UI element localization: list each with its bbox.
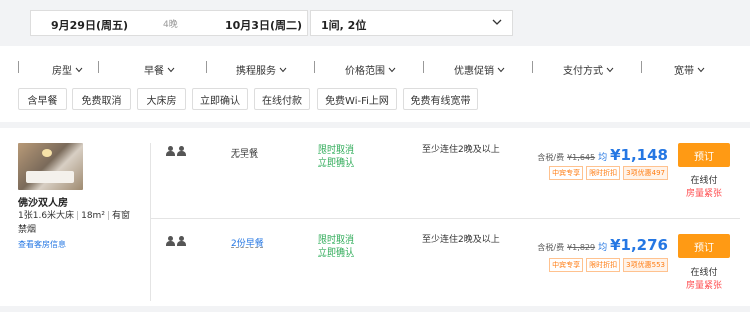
price-value: ¥1,276 <box>610 236 668 254</box>
rate-policy: 限时取消 立即确认 <box>318 144 354 170</box>
chip-free-wired-broadband[interactable]: 免费有线宽带 <box>403 88 478 110</box>
date-picker[interactable]: 9月29日(周五) 4晚 10月3日(周二) <box>30 10 308 36</box>
chip-free-cancellation[interactable]: 免费取消 <box>72 88 131 110</box>
filter-divider <box>641 61 642 73</box>
chevron-down-icon <box>697 67 705 72</box>
book-button[interactable]: 预订 <box>678 143 730 167</box>
price-value: ¥1,148 <box>610 146 668 164</box>
filter-label: 优惠促销 <box>454 66 494 77</box>
chip-instant-confirm[interactable]: 立即确认 <box>192 88 248 110</box>
cancel-policy[interactable]: 限时取消 <box>318 234 354 247</box>
chevron-down-icon <box>279 67 287 72</box>
chevron-down-icon <box>497 67 505 72</box>
room-details-link[interactable]: 查看客房信息 <box>18 239 66 250</box>
checkout-date[interactable]: 10月3日(周二) <box>225 17 302 33</box>
original-price: ¥1,829 <box>567 243 596 252</box>
min-stay: 至少连住2晚及以上 <box>422 235 500 245</box>
promo-tag[interactable]: 3项优惠553 <box>623 258 668 272</box>
payment-method: 在线付 <box>690 268 718 278</box>
price-line: 含税/费 ¥1,829 均 ¥1,276 <box>537 236 668 254</box>
filter-broadband[interactable]: 宽带 <box>674 62 705 77</box>
availability-status: 房量紧张 <box>685 189 722 199</box>
person-icon <box>166 146 175 156</box>
promo-tags: 中宾专享 限时折扣 3项优惠497 <box>549 166 668 180</box>
rate-breakfast[interactable]: 无早餐 <box>231 146 258 159</box>
guest-count: 1间, 2位 <box>321 19 367 32</box>
bed-type: 1张1.6米大床 <box>18 211 75 221</box>
chip-breakfast-included[interactable]: 含早餐 <box>18 88 67 110</box>
room-name[interactable]: 佛沙双人房 <box>18 194 68 209</box>
filter-label: 携程服务 <box>236 66 276 77</box>
chevron-down-icon[interactable] <box>492 17 502 27</box>
column-divider <box>150 143 151 301</box>
filter-divider <box>532 61 533 73</box>
filter-divider <box>18 61 19 73</box>
window-info: 有窗 <box>111 211 130 221</box>
search-bar: 9月29日(周五) 4晚 10月3日(周二) 1间, 2位 <box>20 0 736 46</box>
filter-panel: 房型 早餐 携程服务 价格范围 优惠促销 支付方式 宽带 含早餐 免费取消 大床… <box>0 46 750 122</box>
chevron-down-icon <box>606 67 614 72</box>
book-button[interactable]: 预订 <box>678 234 730 258</box>
filter-divider <box>206 61 207 73</box>
chevron-down-icon <box>75 67 83 72</box>
price-line: 含税/费 ¥1,645 均 ¥1,148 <box>537 146 668 164</box>
min-stay: 至少连住2晚及以上 <box>422 145 500 155</box>
room-area: 18m² <box>81 211 105 221</box>
chip-free-wifi[interactable]: 免费Wi-Fi上网 <box>317 88 397 110</box>
rate-breakfast[interactable]: 2份早餐 <box>231 236 264 249</box>
filter-label: 支付方式 <box>563 66 603 77</box>
filter-label: 价格范围 <box>345 66 385 77</box>
price-prefix: 含税/费 <box>537 153 565 162</box>
filter-breakfast[interactable]: 早餐 <box>144 62 175 77</box>
person-icon <box>177 236 186 246</box>
filter-divider <box>314 61 315 73</box>
rate-policy: 限时取消 立即确认 <box>318 234 354 260</box>
rate-divider <box>150 218 740 219</box>
chevron-down-icon <box>167 67 175 72</box>
promo-tag: 中宾专享 <box>549 258 584 272</box>
cancel-policy[interactable]: 限时取消 <box>318 144 354 157</box>
chevron-down-icon <box>388 67 396 72</box>
original-price: ¥1,645 <box>567 153 596 162</box>
price-prefix: 含税/费 <box>537 243 565 252</box>
filter-payment[interactable]: 支付方式 <box>563 62 614 77</box>
availability-status: 房量紧张 <box>685 281 722 291</box>
confirm-policy[interactable]: 立即确认 <box>318 247 354 260</box>
filter-price-range[interactable]: 价格范围 <box>345 62 396 77</box>
chip-king-bed[interactable]: 大床房 <box>137 88 186 110</box>
occupancy-icons <box>166 236 186 246</box>
smoking-policy: 禁烟 <box>18 225 37 235</box>
confirm-policy[interactable]: 立即确认 <box>318 157 354 170</box>
payment-method: 在线付 <box>690 176 718 186</box>
person-icon <box>166 236 175 246</box>
nights-count: 4晚 <box>163 20 178 30</box>
avg-label: 均 <box>598 243 608 253</box>
filter-divider <box>98 61 99 73</box>
filter-room-type[interactable]: 房型 <box>52 62 83 77</box>
filter-promotion[interactable]: 优惠促销 <box>454 62 505 77</box>
room-list: 佛沙双人房 1张1.6米大床 | 18m² | 有窗 禁烟 查看客房信息 无早餐 限时取… <box>0 128 750 306</box>
promo-tags: 中宾专享 限时折扣 3项优惠553 <box>549 258 668 272</box>
promo-tag: 限时折扣 <box>586 258 621 272</box>
room-photo-bed <box>26 171 74 183</box>
promo-tag: 限时折扣 <box>586 166 621 180</box>
person-icon <box>177 146 186 156</box>
promo-tag[interactable]: 3项优惠497 <box>623 166 668 180</box>
chip-online-payment[interactable]: 在线付款 <box>254 88 310 110</box>
filter-label: 宽带 <box>674 66 694 77</box>
filter-label: 房型 <box>52 66 72 77</box>
filter-label: 早餐 <box>144 66 164 77</box>
checkin-date[interactable]: 9月29日(周五) <box>51 17 128 33</box>
guest-selector[interactable]: 1间, 2位 <box>310 10 513 36</box>
promo-tag: 中宾专享 <box>549 166 584 180</box>
occupancy-icons <box>166 146 186 156</box>
room-photo-lamp <box>42 149 52 157</box>
room-specs: 1张1.6米大床 | 18m² | 有窗 <box>18 211 130 221</box>
avg-label: 均 <box>598 153 608 163</box>
filter-divider <box>423 61 424 73</box>
room-photo[interactable] <box>18 143 83 190</box>
filter-ctrip-service[interactable]: 携程服务 <box>236 62 287 77</box>
